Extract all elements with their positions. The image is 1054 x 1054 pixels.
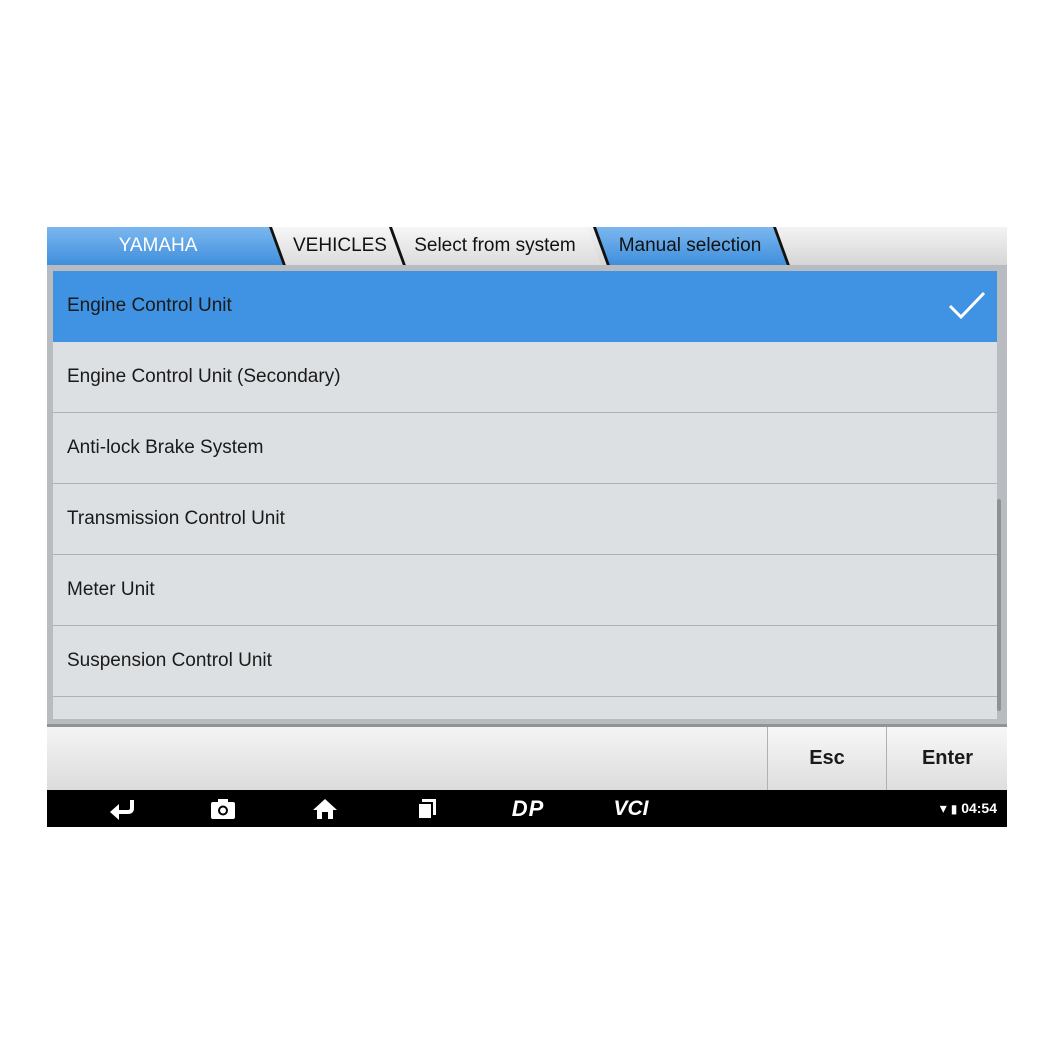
esc-button[interactable]: Esc bbox=[767, 727, 886, 790]
breadcrumb-label: Select from system bbox=[414, 235, 576, 256]
breadcrumb-item-yamaha[interactable]: YAMAHA bbox=[47, 227, 283, 265]
breadcrumb-item-vehicles[interactable]: VEHICLES bbox=[269, 227, 411, 265]
system-list[interactable]: Engine Control Unit Engine Control Unit … bbox=[53, 271, 997, 719]
app-screen: YAMAHA VEHICLES Select from system Manua… bbox=[47, 227, 1007, 827]
list-item-label: Engine Control Unit bbox=[67, 295, 232, 316]
system-nav-bar: DP VCI ▾ ▮ 04:54 bbox=[47, 790, 1007, 827]
breadcrumb-item-select-from-system[interactable]: Select from system bbox=[389, 227, 601, 265]
breadcrumb-label: YAMAHA bbox=[118, 235, 198, 256]
list-item[interactable]: Anti-lock Brake System bbox=[53, 413, 997, 484]
list-item[interactable]: Suspension Control Unit bbox=[53, 626, 997, 697]
system-list-panel: Engine Control Unit Engine Control Unit … bbox=[47, 265, 1007, 725]
list-item-label: Engine Control Unit (Secondary) bbox=[67, 366, 341, 387]
list-item[interactable]: Meter Unit bbox=[53, 555, 997, 626]
battery-icon: ▮ bbox=[950, 802, 958, 816]
breadcrumb-item-manual-selection[interactable]: Manual selection bbox=[593, 227, 787, 265]
dp-icon[interactable]: DP bbox=[505, 796, 551, 822]
list-item-label: Suspension Control Unit bbox=[67, 650, 272, 671]
list-item[interactable]: Transmission Control Unit bbox=[53, 484, 997, 555]
recent-apps-icon[interactable] bbox=[413, 796, 441, 822]
camera-icon[interactable] bbox=[209, 796, 237, 822]
home-icon[interactable] bbox=[311, 796, 339, 822]
action-bar: Esc Enter bbox=[47, 727, 1007, 790]
enter-button[interactable]: Enter bbox=[886, 727, 1007, 790]
list-scrollbar[interactable] bbox=[997, 499, 1001, 711]
vci-icon[interactable]: VCI bbox=[605, 796, 657, 822]
status-area: ▾ ▮ 04:54 bbox=[940, 790, 997, 827]
breadcrumb-label: VEHICLES bbox=[293, 235, 387, 256]
breadcrumb-label: Manual selection bbox=[618, 235, 762, 256]
checkmark-icon bbox=[948, 291, 986, 320]
wifi-icon: ▾ bbox=[939, 800, 947, 816]
list-item-label: Transmission Control Unit bbox=[67, 508, 285, 529]
breadcrumb: YAMAHA VEHICLES Select from system Manua… bbox=[47, 227, 1007, 267]
list-item-label: Anti-lock Brake System bbox=[67, 437, 264, 458]
clock: 04:54 bbox=[961, 800, 997, 816]
back-icon[interactable] bbox=[107, 796, 137, 822]
list-item[interactable]: Engine Control Unit bbox=[53, 271, 997, 342]
list-item[interactable]: Engine Control Unit (Secondary) bbox=[53, 342, 997, 413]
list-item-label: Meter Unit bbox=[67, 579, 155, 600]
